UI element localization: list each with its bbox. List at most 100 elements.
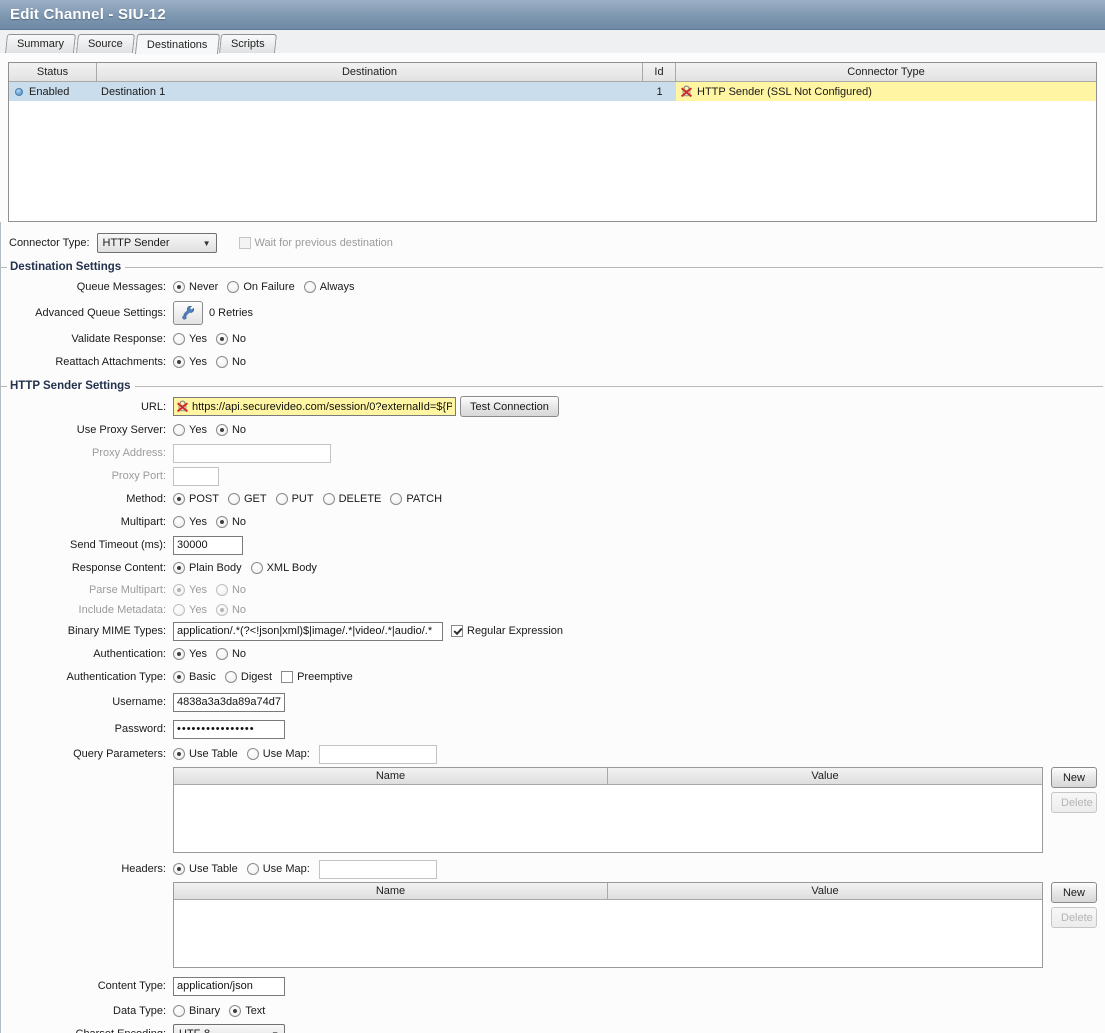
auth-basic-radio[interactable]: Basic bbox=[173, 671, 216, 683]
headers-map-input bbox=[319, 860, 437, 879]
headers-name-column-header[interactable]: Name bbox=[174, 883, 608, 899]
regular-expression-checkbox[interactable]: Regular Expression bbox=[451, 625, 563, 637]
radio-icon bbox=[228, 493, 240, 505]
radio-icon bbox=[173, 356, 185, 368]
validate-response-no-radio[interactable]: No bbox=[216, 333, 246, 345]
radio-icon bbox=[247, 748, 259, 760]
headers-label: Headers: bbox=[1, 863, 166, 875]
reattach-no-radio[interactable]: No bbox=[216, 356, 246, 368]
headers-value-column-header[interactable]: Value bbox=[608, 883, 1042, 899]
binary-mime-types-input[interactable] bbox=[173, 622, 443, 641]
checkbox-icon bbox=[281, 671, 293, 683]
destination-settings-group-title: Destination Settings bbox=[1, 261, 1105, 273]
query-map-input bbox=[319, 745, 437, 764]
tab-source[interactable]: Source bbox=[76, 34, 135, 53]
connector-type-dropdown[interactable]: HTTP Sender ▼ bbox=[97, 233, 217, 253]
reattach-yes-radio[interactable]: Yes bbox=[173, 356, 207, 368]
radio-icon bbox=[173, 333, 185, 345]
queue-always-radio[interactable]: Always bbox=[304, 281, 355, 293]
radio-icon bbox=[227, 281, 239, 293]
method-patch-radio[interactable]: PATCH bbox=[390, 493, 442, 505]
method-delete-radio[interactable]: DELETE bbox=[323, 493, 382, 505]
headers-use-table-radio[interactable]: Use Table bbox=[173, 863, 238, 875]
validate-response-yes-radio[interactable]: Yes bbox=[173, 333, 207, 345]
include-metadata-no-radio: No bbox=[216, 604, 246, 616]
preemptive-checkbox[interactable]: Preemptive bbox=[281, 671, 353, 683]
radio-icon bbox=[173, 748, 185, 760]
retries-text: 0 Retries bbox=[209, 307, 253, 319]
response-xml-body-radio[interactable]: XML Body bbox=[251, 562, 317, 574]
query-new-button[interactable]: New bbox=[1051, 767, 1097, 788]
method-label: Method: bbox=[1, 493, 166, 505]
headers-use-map-radio[interactable]: Use Map: bbox=[247, 863, 310, 875]
content-type-input[interactable] bbox=[173, 977, 285, 996]
ssl-not-configured-lock-icon bbox=[680, 85, 693, 98]
response-plain-body-radio[interactable]: Plain Body bbox=[173, 562, 242, 574]
content-type-label: Content Type: bbox=[1, 980, 166, 992]
send-timeout-input[interactable] bbox=[173, 536, 243, 555]
page-title: Edit Channel - SIU-12 bbox=[10, 6, 166, 23]
tab-scripts[interactable]: Scripts bbox=[219, 34, 277, 53]
headers-table[interactable]: Name Value bbox=[173, 882, 1043, 968]
query-name-column-header[interactable]: Name bbox=[174, 768, 608, 784]
query-parameters-table-block: Name Value New Delete bbox=[173, 767, 1105, 853]
tab-destinations[interactable]: Destinations bbox=[135, 34, 220, 54]
url-input[interactable] bbox=[173, 397, 456, 416]
tab-strip: Summary Source Destinations Scripts bbox=[0, 30, 1105, 53]
password-label: Password: bbox=[1, 723, 166, 735]
username-input[interactable] bbox=[173, 693, 285, 712]
password-input[interactable] bbox=[173, 720, 285, 739]
charset-encoding-dropdown[interactable]: UTF-8 ▼ bbox=[173, 1024, 285, 1033]
include-metadata-label: Include Metadata: bbox=[1, 604, 166, 616]
ssl-not-configured-lock-icon bbox=[176, 400, 189, 413]
authentication-label: Authentication: bbox=[1, 648, 166, 660]
table-row[interactable]: Enabled Destination 1 1 HTTP Sender (SSL… bbox=[9, 82, 1096, 101]
title-bar: Edit Channel - SIU-12 bbox=[0, 0, 1105, 30]
headers-new-button[interactable]: New bbox=[1051, 882, 1097, 903]
destination-cell: Destination 1 bbox=[97, 82, 643, 101]
query-parameters-table[interactable]: Name Value bbox=[173, 767, 1043, 853]
method-post-radio[interactable]: POST bbox=[173, 493, 219, 505]
radio-icon bbox=[173, 562, 185, 574]
multipart-label: Multipart: bbox=[1, 516, 166, 528]
queue-on-failure-radio[interactable]: On Failure bbox=[227, 281, 294, 293]
proxy-no-radio[interactable]: No bbox=[216, 424, 246, 436]
status-cell: Enabled bbox=[9, 82, 97, 101]
auth-digest-radio[interactable]: Digest bbox=[225, 671, 272, 683]
column-header-status[interactable]: Status bbox=[9, 63, 97, 82]
proxy-address-input bbox=[173, 444, 331, 463]
proxy-yes-radio[interactable]: Yes bbox=[173, 424, 207, 436]
column-header-connector-type[interactable]: Connector Type bbox=[676, 63, 1096, 82]
proxy-port-label: Proxy Port: bbox=[1, 470, 166, 482]
data-type-text-radio[interactable]: Text bbox=[229, 1005, 265, 1017]
queue-messages-label: Queue Messages: bbox=[1, 281, 166, 293]
data-type-binary-radio[interactable]: Binary bbox=[173, 1005, 220, 1017]
authentication-no-radio[interactable]: No bbox=[216, 648, 246, 660]
destination-settings-panel: Connector Type: HTTP Sender ▼ Wait for p… bbox=[0, 222, 1105, 1033]
column-header-id[interactable]: Id bbox=[643, 63, 676, 82]
test-connection-button[interactable]: Test Connection bbox=[460, 396, 559, 417]
radio-icon bbox=[225, 671, 237, 683]
query-value-column-header[interactable]: Value bbox=[608, 768, 1042, 784]
radio-icon bbox=[173, 516, 185, 528]
method-get-radio[interactable]: GET bbox=[228, 493, 267, 505]
url-label: URL: bbox=[1, 401, 166, 413]
headers-delete-button: Delete bbox=[1051, 907, 1097, 928]
query-use-map-radio[interactable]: Use Map: bbox=[247, 748, 310, 760]
multipart-yes-radio[interactable]: Yes bbox=[173, 516, 207, 528]
queue-never-radio[interactable]: Never bbox=[173, 281, 218, 293]
method-put-radio[interactable]: PUT bbox=[276, 493, 314, 505]
query-use-table-radio[interactable]: Use Table bbox=[173, 748, 238, 760]
multipart-no-radio[interactable]: No bbox=[216, 516, 246, 528]
authentication-yes-radio[interactable]: Yes bbox=[173, 648, 207, 660]
reattach-attachments-label: Reattach Attachments: bbox=[1, 356, 166, 368]
advanced-queue-settings-label: Advanced Queue Settings: bbox=[1, 307, 166, 319]
radio-icon bbox=[323, 493, 335, 505]
radio-icon bbox=[251, 562, 263, 574]
tab-summary[interactable]: Summary bbox=[5, 34, 76, 53]
column-header-destination[interactable]: Destination bbox=[97, 63, 643, 82]
advanced-queue-settings-button[interactable] bbox=[173, 301, 203, 325]
radio-icon bbox=[304, 281, 316, 293]
chevron-down-icon: ▼ bbox=[271, 1030, 279, 1033]
radio-icon bbox=[173, 604, 185, 616]
